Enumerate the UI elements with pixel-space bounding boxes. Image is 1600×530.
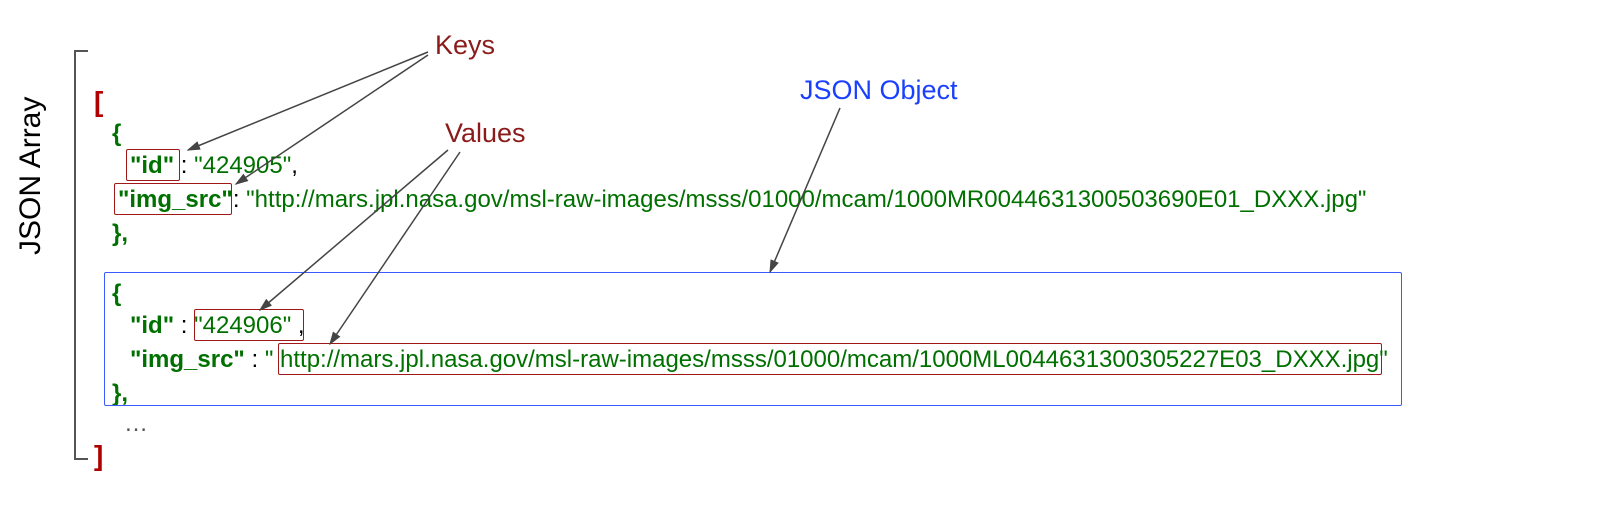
ellipsis: … <box>124 410 148 438</box>
obj1-id-key: "id" <box>130 152 174 179</box>
obj1-src-key: "img_src" <box>118 186 233 213</box>
brace-close1: }, <box>112 220 128 247</box>
obj1-id-val: "424905" <box>194 152 291 179</box>
obj1-close: }, <box>112 220 128 248</box>
json-array-label: JSON Array <box>14 97 48 255</box>
brace-open: { <box>112 120 121 147</box>
obj1-id-line: "id" : "424905", <box>130 152 298 180</box>
obj2-id-val: "424906" <box>194 312 291 339</box>
colon: : <box>174 152 194 179</box>
colon2: : <box>233 186 246 213</box>
obj2-id-line: "id" : "424906" , <box>130 312 305 340</box>
obj1-src-val: "http://mars.jpl.nasa.gov/msl-raw-images… <box>246 186 1366 213</box>
obj2-src-val: " http://mars.jpl.nasa.gov/msl-raw-image… <box>265 346 1388 373</box>
obj1-open: { <box>112 120 121 148</box>
colon4: : <box>245 346 265 373</box>
obj2-src-key: "img_src" <box>130 346 245 373</box>
big-bracket-icon <box>62 50 88 460</box>
brace-open2: { <box>112 280 121 307</box>
array-open: [ <box>94 86 103 118</box>
json-object-label: JSON Object <box>800 75 958 106</box>
values-label: Values <box>445 118 526 149</box>
keys-label: Keys <box>435 30 495 61</box>
comma: , <box>291 152 298 179</box>
comma2: , <box>291 312 304 339</box>
obj1-src-line: "img_src": "http://mars.jpl.nasa.gov/msl… <box>118 186 1366 214</box>
colon3: : <box>174 312 194 339</box>
obj2-id-key: "id" <box>130 312 174 339</box>
brace-close2: }, <box>112 380 128 407</box>
obj2-close: }, <box>112 380 128 408</box>
diagram-canvas: JSON Array Keys Values JSON Object [ { "… <box>0 0 1600 530</box>
array-close: ] <box>94 440 103 472</box>
obj2-open: { <box>112 280 121 308</box>
obj2-src-line: "img_src" : " http://mars.jpl.nasa.gov/m… <box>130 346 1388 374</box>
